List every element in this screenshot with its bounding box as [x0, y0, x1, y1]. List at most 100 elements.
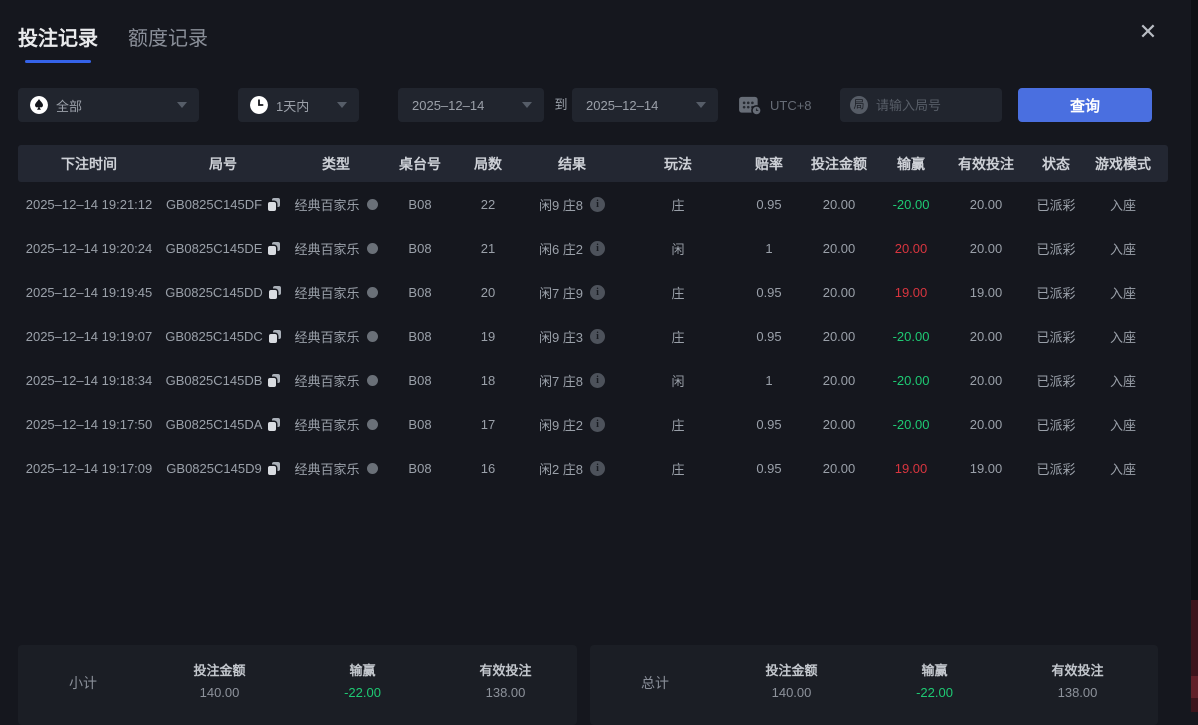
game-mode-cell: 入座	[1088, 371, 1158, 390]
game-type-cell: 经典百家乐	[286, 459, 386, 478]
win-lose-cell: 19.00	[874, 461, 948, 476]
date-to-dropdown[interactable]: 2025–12–14	[572, 88, 718, 122]
game-type-cell: 经典百家乐	[286, 371, 386, 390]
status-cell: 已派彩	[1024, 195, 1088, 214]
filter-bar: 全部 1天内 2025–12–14 到 2025–12–14 UTC+8 局 查…	[0, 88, 1198, 122]
table-no-cell: B08	[386, 241, 454, 256]
active-tab-underline	[25, 60, 91, 63]
odds-cell: 0.95	[734, 197, 804, 212]
bet-time-cell: 2025–12–14 19:18:34	[18, 373, 160, 388]
result-cell: 闲7 庄9i	[522, 283, 622, 302]
bet-amount-cell: 20.00	[804, 241, 874, 256]
table-row: 2025–12–14 19:18:34GB0825C145DB经典百家乐B081…	[18, 358, 1168, 402]
round-id-cell: GB0825C145DD	[160, 285, 286, 300]
close-icon[interactable]: ✕	[1134, 18, 1162, 46]
tab-quota-records-label: 额度记录	[128, 22, 208, 51]
type-dot-icon	[367, 419, 378, 430]
result-info-icon[interactable]: i	[590, 373, 605, 388]
round-search-input[interactable]	[876, 98, 992, 113]
round-badge-icon: 局	[850, 96, 868, 114]
tab-quota-records[interactable]: 额度记录	[128, 22, 208, 63]
copy-icon[interactable]	[268, 462, 280, 475]
game-mode-cell: 入座	[1088, 327, 1158, 346]
tab-bet-records[interactable]: 投注记录	[18, 22, 98, 63]
round-id-cell: GB0825C145DB	[160, 373, 286, 388]
result-info-icon[interactable]: i	[590, 461, 605, 476]
game-type-cell: 经典百家乐	[286, 327, 386, 346]
copy-icon[interactable]	[268, 374, 280, 387]
status-cell: 已派彩	[1024, 371, 1088, 390]
play-type-cell: 庄	[622, 195, 734, 214]
column-header-table-no: 桌台号	[386, 154, 454, 174]
win-lose-cell: 20.00	[874, 241, 948, 256]
game-mode-cell: 入座	[1088, 283, 1158, 302]
table-header-row: 下注时间局号类型桌台号局数结果玩法赔率投注金额输赢有效投注状态游戏模式	[18, 145, 1168, 182]
table-row: 2025–12–14 19:20:24GB0825C145DE经典百家乐B082…	[18, 226, 1168, 270]
column-header-game-mode: 游戏模式	[1088, 154, 1158, 174]
query-button[interactable]: 查询	[1018, 88, 1152, 122]
date-to-value: 2025–12–14	[586, 98, 688, 113]
round-id-cell: GB0825C145DC	[160, 329, 286, 344]
odds-cell: 1	[734, 373, 804, 388]
valid-bet-cell: 20.00	[948, 329, 1024, 344]
table-body: 2025–12–14 19:21:12GB0825C145DF经典百家乐B082…	[18, 182, 1168, 490]
column-header-odds: 赔率	[734, 154, 804, 174]
copy-icon[interactable]	[268, 418, 280, 431]
type-dot-icon	[367, 199, 378, 210]
game-type-value: 全部	[56, 96, 169, 115]
background-edge-mark	[1191, 676, 1198, 698]
bet-records-table: 下注时间局号类型桌台号局数结果玩法赔率投注金额输赢有效投注状态游戏模式 2025…	[18, 145, 1168, 490]
copy-icon[interactable]	[268, 242, 280, 255]
game-type-dropdown[interactable]: 全部	[18, 88, 199, 122]
status-cell: 已派彩	[1024, 327, 1088, 346]
result-info-icon[interactable]: i	[590, 417, 605, 432]
round-count-cell: 16	[454, 461, 522, 476]
round-count-cell: 20	[454, 285, 522, 300]
result-cell: 闲9 庄8i	[522, 195, 622, 214]
bet-time-cell: 2025–12–14 19:19:07	[18, 329, 160, 344]
date-from-dropdown[interactable]: 2025–12–14	[398, 88, 544, 122]
round-count-cell: 22	[454, 197, 522, 212]
result-cell: 闲7 庄8i	[522, 371, 622, 390]
date-from-value: 2025–12–14	[412, 98, 514, 113]
bet-time-cell: 2025–12–14 19:19:45	[18, 285, 160, 300]
total-panel: 总计 投注金额 140.00 输赢 -22.00 有效投注 138.00	[590, 645, 1158, 725]
copy-icon[interactable]	[269, 330, 281, 343]
game-type-cell: 经典百家乐	[286, 415, 386, 434]
table-no-cell: B08	[386, 285, 454, 300]
win-lose-cell: -20.00	[874, 197, 948, 212]
type-dot-icon	[367, 463, 378, 474]
column-header-win-lose: 输赢	[874, 154, 948, 174]
play-type-cell: 庄	[622, 283, 734, 302]
status-cell: 已派彩	[1024, 459, 1088, 478]
timezone-label: UTC+8	[770, 98, 812, 113]
time-range-dropdown[interactable]: 1天内	[238, 88, 359, 122]
result-info-icon[interactable]: i	[590, 329, 605, 344]
bet-time-cell: 2025–12–14 19:17:09	[18, 461, 160, 476]
column-header-result: 结果	[522, 154, 622, 174]
column-header-bet-amount: 投注金额	[804, 154, 874, 174]
odds-cell: 0.95	[734, 285, 804, 300]
play-type-cell: 闲	[622, 371, 734, 390]
result-cell: 闲2 庄8i	[522, 459, 622, 478]
play-type-cell: 庄	[622, 327, 734, 346]
chevron-down-icon	[337, 102, 347, 108]
result-info-icon[interactable]: i	[590, 285, 605, 300]
odds-cell: 0.95	[734, 417, 804, 432]
timezone-selector[interactable]: UTC+8	[738, 88, 812, 122]
result-info-icon[interactable]: i	[590, 241, 605, 256]
chevron-down-icon	[522, 102, 532, 108]
result-info-icon[interactable]: i	[590, 197, 605, 212]
play-type-cell: 闲	[622, 239, 734, 258]
valid-bet-cell: 20.00	[948, 417, 1024, 432]
background-edge	[1191, 0, 1198, 600]
odds-cell: 1	[734, 241, 804, 256]
game-type-cell: 经典百家乐	[286, 283, 386, 302]
odds-cell: 0.95	[734, 461, 804, 476]
total-bet-amount: 投注金额 140.00	[720, 660, 863, 700]
copy-icon[interactable]	[268, 198, 280, 211]
copy-icon[interactable]	[269, 286, 281, 299]
table-row: 2025–12–14 19:17:50GB0825C145DA经典百家乐B081…	[18, 402, 1168, 446]
game-mode-cell: 入座	[1088, 415, 1158, 434]
table-no-cell: B08	[386, 417, 454, 432]
